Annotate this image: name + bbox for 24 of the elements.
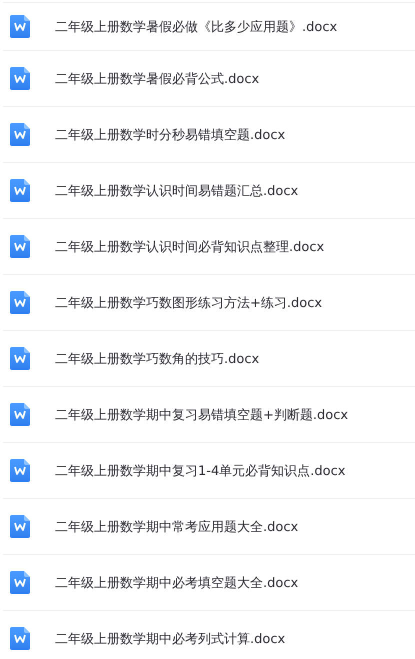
- word-document-icon: [10, 291, 30, 314]
- word-document-icon: [10, 123, 30, 146]
- file-name[interactable]: 二年级上册数学巧数角的技巧.docx: [55, 350, 260, 368]
- file-name[interactable]: 二年级上册数学期中必考填空题大全.docx: [55, 574, 298, 592]
- file-name[interactable]: 二年级上册数学期中常考应用题大全.docx: [55, 518, 298, 536]
- file-name[interactable]: 二年级上册数学暑假必做《比多少应用题》.docx: [55, 18, 338, 36]
- file-name[interactable]: 二年级上册数学认识时间易错题汇总.docx: [55, 182, 298, 200]
- word-document-icon: [10, 179, 30, 202]
- file-name[interactable]: 二年级上册数学期中复习易错填空题+判断题.docx: [55, 406, 348, 424]
- word-document-icon: [10, 15, 30, 38]
- file-name[interactable]: 二年级上册数学暑假必背公式.docx: [55, 70, 260, 88]
- word-document-icon: [10, 627, 30, 650]
- word-document-icon: [10, 515, 30, 538]
- word-document-icon: [10, 347, 30, 370]
- word-document-icon: [10, 459, 30, 482]
- word-document-icon: [10, 403, 30, 426]
- word-document-icon: [10, 235, 30, 258]
- file-name[interactable]: 二年级上册数学巧数图形练习方法+练习.docx: [55, 294, 322, 312]
- word-document-icon: [10, 571, 30, 594]
- word-document-icon: [10, 67, 30, 90]
- file-name[interactable]: 二年级上册数学期中必考列式计算.docx: [55, 630, 286, 648]
- file-name[interactable]: 二年级上册数学时分秒易错填空题.docx: [55, 126, 286, 144]
- file-name[interactable]: 二年级上册数学期中复习1-4单元必背知识点.docx: [55, 462, 346, 480]
- file-name[interactable]: 二年级上册数学认识时间必背知识点整理.docx: [55, 238, 324, 256]
